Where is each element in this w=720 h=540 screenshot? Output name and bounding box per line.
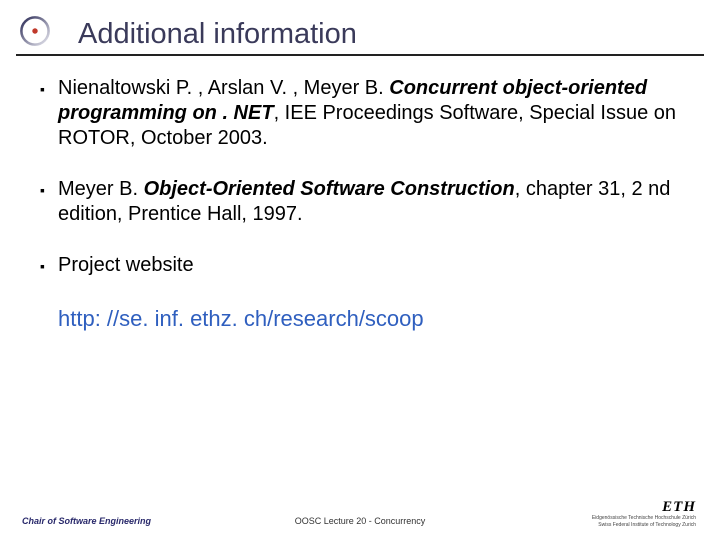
ring-dot-icon — [18, 14, 52, 48]
slide-body: ▪ Nienaltowski P. , Arslan V. , Meyer B.… — [40, 76, 684, 333]
bullet-item: ▪ Meyer B. Object-Oriented Software Cons… — [40, 177, 684, 227]
bullet-text: Project website — [58, 253, 684, 278]
ref-authors: Meyer B. — [58, 178, 144, 200]
eth-logo-icon: ETH — [592, 500, 696, 515]
slide-title: Additional information — [78, 18, 357, 51]
bullet-item: ▪ Project website — [40, 253, 684, 279]
eth-sub2: Swiss Federal Institute of Technology Zu… — [592, 523, 696, 529]
bullet-marker-icon: ▪ — [40, 177, 58, 203]
bullet-marker-icon: ▪ — [40, 253, 58, 279]
slide-footer: Chair of Software Engineering OOSC Lectu… — [0, 506, 720, 530]
bullet-text: Nienaltowski P. , Arslan V. , Meyer B. C… — [58, 76, 684, 151]
project-url: http: //se. inf. ethz. ch/research/scoop — [58, 305, 684, 333]
bullet-marker-icon: ▪ — [40, 76, 58, 102]
ref-authors: Nienaltowski P. , Arslan V. , Meyer B. — [58, 77, 389, 99]
slide: Additional information ▪ Nienaltowski P.… — [0, 0, 720, 540]
eth-logo-block: ETH Eidgenössische Technische Hochschule… — [592, 500, 696, 528]
eth-sub1: Eidgenössische Technische Hochschule Zür… — [592, 516, 696, 522]
bullet-text: Meyer B. Object-Oriented Software Constr… — [58, 177, 684, 227]
title-rule — [16, 54, 704, 56]
bullet-item: ▪ Nienaltowski P. , Arslan V. , Meyer B.… — [40, 76, 684, 151]
ref-title: Object-Oriented Software Construction — [144, 178, 515, 200]
project-website-label: Project website — [58, 254, 194, 276]
